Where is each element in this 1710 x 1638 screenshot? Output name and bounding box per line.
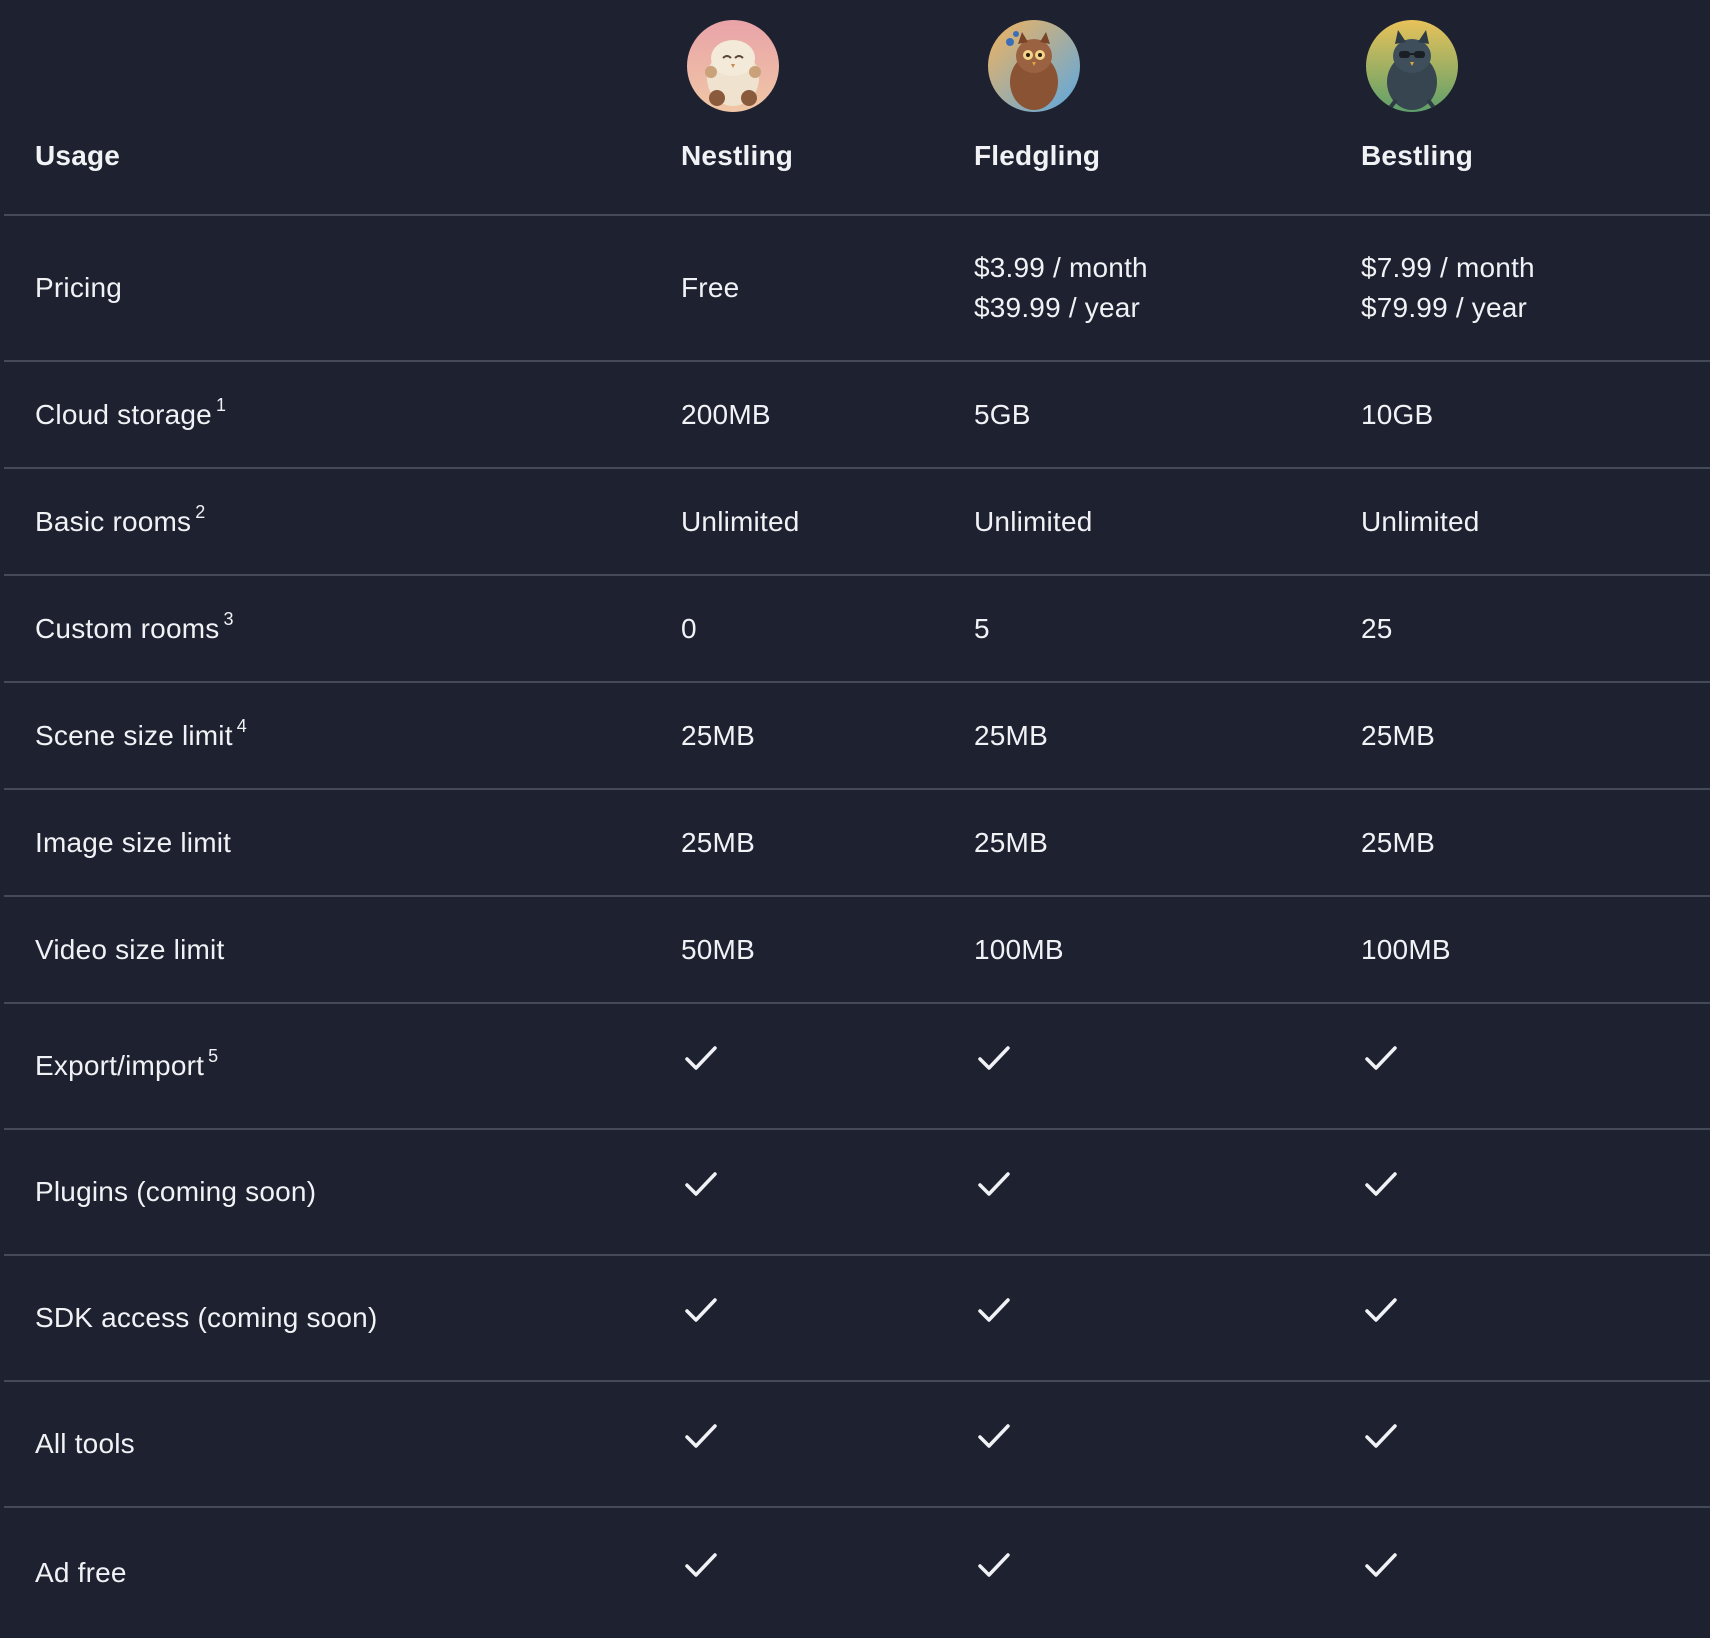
check-fledgling: [974, 1122, 1014, 1246]
table-row-scene-size: Scene size limit 4 25MB 25MB 25MB: [4, 683, 1710, 790]
checkmark-icon: [1365, 1298, 1397, 1322]
table-row-video-size: Video size limit 50MB 100MB 100MB: [4, 897, 1710, 1004]
value-bestling: 10GB: [1361, 398, 1434, 430]
row-label: SDK access (coming soon): [35, 1302, 378, 1333]
check-bestling: [1361, 996, 1401, 1120]
owl-bestling-avatar: [1366, 20, 1458, 112]
checkmark-icon: [1365, 1553, 1397, 1577]
value-fledgling: Unlimited: [974, 505, 1093, 537]
value-bestling: 25: [1361, 612, 1393, 644]
row-label-text: Export/import: [35, 1050, 205, 1081]
value-fledgling: 5GB: [974, 398, 1031, 430]
checkmark-icon: [978, 1298, 1010, 1322]
checkmark-icon: [685, 1046, 717, 1070]
checkmark-icon: [685, 1298, 717, 1322]
table-row-all-tools: All tools: [4, 1382, 1710, 1508]
table-row-custom-rooms: Custom rooms 3 0 5 25: [4, 576, 1710, 683]
value-nestling: 25MB: [681, 826, 755, 858]
check-fledgling: [974, 1374, 1014, 1498]
check-bestling: [1361, 1248, 1401, 1372]
value-bestling: 25MB: [1361, 826, 1435, 858]
row-label: Pricing: [35, 272, 122, 303]
tier-name-nestling: Nestling: [681, 140, 794, 171]
check-fledgling: [974, 996, 1014, 1120]
pricing-nestling: Free: [681, 272, 740, 303]
row-label-text: Cloud storage: [35, 398, 212, 430]
check-fledgling: [974, 1248, 1014, 1372]
checkmark-icon: [978, 1553, 1010, 1577]
pricing-comparison-table: Usage Nestling Fledgling Bestling Pricin…: [0, 0, 1710, 1638]
row-label: Basic rooms 2: [35, 469, 205, 574]
check-bestling: [1361, 1374, 1401, 1498]
value-nestling: 50MB: [681, 933, 755, 965]
value-fledgling: 25MB: [974, 826, 1048, 858]
pricing-fledgling: $3.99 / month $39.99 / year: [974, 216, 1148, 360]
row-label: All tools: [35, 1428, 135, 1459]
row-label: Export/import 5: [35, 1004, 218, 1128]
checkmark-icon: [1365, 1172, 1397, 1196]
value-nestling: Unlimited: [681, 505, 800, 537]
row-label: Plugins (coming soon): [35, 1176, 317, 1207]
checkmark-icon: [978, 1172, 1010, 1196]
check-nestling: [681, 1248, 721, 1372]
row-label: Image size limit: [35, 826, 232, 858]
pricing-bestling-month: $7.99 / month: [1361, 252, 1535, 283]
check-nestling: [681, 996, 721, 1120]
table-row-sdk-access: SDK access (coming soon): [4, 1256, 1710, 1382]
tier-name-bestling: Bestling: [1361, 140, 1474, 171]
tier-name-fledgling: Fledgling: [974, 140, 1101, 171]
check-nestling: [681, 1122, 721, 1246]
value-bestling: 25MB: [1361, 719, 1435, 751]
owl-fledgling-avatar: [988, 20, 1080, 112]
checkmark-icon: [685, 1553, 717, 1577]
table-row-cloud-storage: Cloud storage 1 200MB 5GB 10GB: [4, 362, 1710, 469]
table-row-plugins: Plugins (coming soon): [4, 1130, 1710, 1256]
pricing-bestling-year: $79.99 / year: [1361, 292, 1528, 323]
check-fledgling: [974, 1500, 1014, 1630]
row-label-text: Custom rooms: [35, 612, 220, 644]
value-fledgling: 100MB: [974, 933, 1064, 965]
owl-nestling-avatar: [687, 20, 779, 112]
value-fledgling: 5: [974, 612, 990, 644]
check-nestling: [681, 1500, 721, 1630]
table-row-image-size: Image size limit 25MB 25MB 25MB: [4, 790, 1710, 897]
value-nestling: 0: [681, 612, 697, 644]
checkmark-icon: [1365, 1424, 1397, 1448]
value-bestling: 100MB: [1361, 933, 1451, 965]
pricing-fledgling-month: $3.99 / month: [974, 252, 1148, 283]
row-label: Video size limit: [35, 933, 225, 965]
value-nestling: 200MB: [681, 398, 771, 430]
table-row-export-import: Export/import 5: [4, 1004, 1710, 1130]
value-bestling: Unlimited: [1361, 505, 1480, 537]
header-row: Usage Nestling Fledgling Bestling: [4, 0, 1710, 216]
checkmark-icon: [978, 1424, 1010, 1448]
pricing-fledgling-year: $39.99 / year: [974, 292, 1141, 323]
check-nestling: [681, 1374, 721, 1498]
row-label-text: Scene size limit: [35, 719, 233, 751]
usage-header: Usage: [35, 140, 121, 171]
value-fledgling: 25MB: [974, 719, 1048, 751]
table-row-basic-rooms: Basic rooms 2 Unlimited Unlimited Unlimit…: [4, 469, 1710, 576]
row-label: Custom rooms 3: [35, 576, 234, 681]
value-nestling: 25MB: [681, 719, 755, 751]
checkmark-icon: [978, 1046, 1010, 1070]
row-label: Scene size limit 4: [35, 683, 247, 788]
pricing-bestling: $7.99 / month $79.99 / year: [1361, 216, 1535, 360]
row-label: Ad free: [35, 1557, 127, 1588]
table-row-ad-free: Ad free: [4, 1508, 1710, 1638]
check-bestling: [1361, 1500, 1401, 1630]
check-bestling: [1361, 1122, 1401, 1246]
checkmark-icon: [685, 1172, 717, 1196]
table-row-pricing: Pricing Free $3.99 / month $39.99 / year…: [4, 216, 1710, 362]
checkmark-icon: [1365, 1046, 1397, 1070]
row-label: Cloud storage 1: [35, 362, 226, 467]
row-label-text: Basic rooms: [35, 505, 192, 537]
checkmark-icon: [685, 1424, 717, 1448]
